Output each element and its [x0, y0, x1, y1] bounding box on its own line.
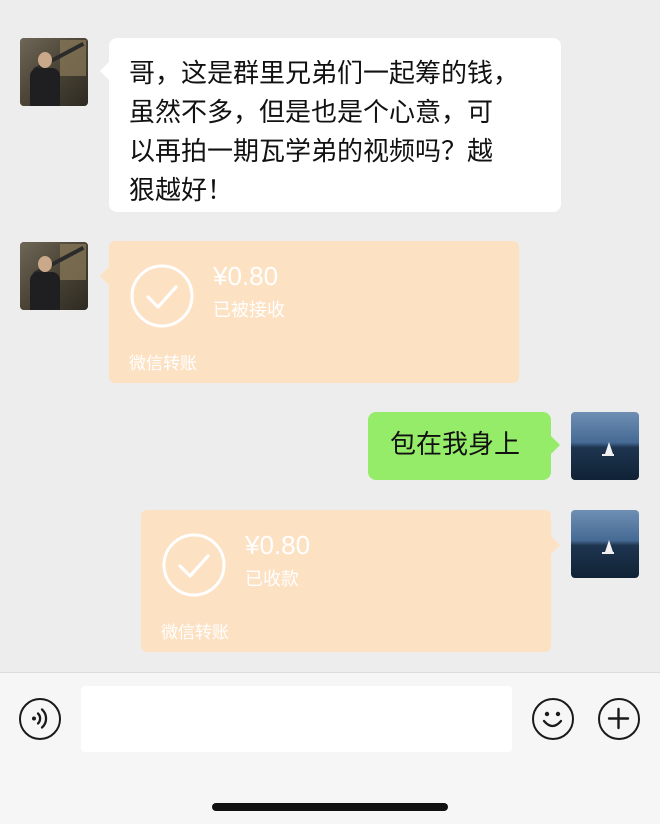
transfer-brand-label: 微信转账 [129, 354, 197, 374]
my-avatar[interactable] [571, 510, 639, 578]
emoji-icon [542, 711, 563, 728]
message-line: 哥，这是群里兄弟们一起筹的钱， [129, 59, 520, 89]
message-text: 包在我身上 [390, 430, 521, 460]
transfer-brand-label: 微信转账 [161, 623, 229, 643]
voice-button[interactable] [19, 698, 61, 740]
transfer-amount: ¥0.80 [245, 530, 311, 560]
avatar-figure-head [38, 52, 52, 68]
transfer-status: 已收款 [245, 569, 299, 590]
contact-avatar[interactable] [20, 242, 88, 310]
check-circle-icon [162, 533, 226, 597]
avatar-boat [602, 552, 614, 554]
message-bubble-incoming[interactable]: 哥，这是群里兄弟们一起筹的钱， 虽然不多，但是也是个心意，可 以再拍一期瓦学弟的… [100, 38, 561, 212]
plus-icon [607, 707, 630, 730]
more-button[interactable] [598, 698, 640, 740]
home-indicator[interactable] [212, 803, 448, 811]
voice-icon [32, 708, 48, 729]
check-circle-icon [130, 264, 194, 328]
transfer-card-incoming[interactable]: ¥0.80 已被接收 微信转账 [100, 241, 519, 383]
contact-avatar[interactable] [20, 38, 88, 106]
message-line: 以再拍一期瓦学弟的视频吗？越 [129, 137, 494, 167]
avatar-figure-body [30, 272, 60, 310]
message-bubble-outgoing[interactable]: 包在我身上 [368, 412, 560, 480]
transfer-status: 已被接收 [213, 300, 285, 321]
message-line: 狠越好！ [129, 176, 234, 206]
emoji-button[interactable] [532, 698, 574, 740]
avatar-sail [605, 442, 613, 454]
transfer-amount: ¥0.80 [213, 261, 279, 291]
transfer-card-outgoing[interactable]: ¥0.80 已收款 微信转账 [141, 510, 560, 652]
my-avatar[interactable] [571, 412, 639, 480]
avatar-figure-body [30, 68, 60, 106]
avatar-boat [602, 454, 614, 456]
input-bar [0, 672, 660, 824]
avatar-figure-head [38, 256, 52, 272]
message-input[interactable] [81, 686, 512, 752]
avatar-sail [605, 540, 613, 552]
message-line: 虽然不多，但是也是个心意，可 [129, 98, 494, 128]
chat-area: 哥，这是群里兄弟们一起筹的钱， 虽然不多，但是也是个心意，可 以再拍一期瓦学弟的… [0, 0, 660, 672]
